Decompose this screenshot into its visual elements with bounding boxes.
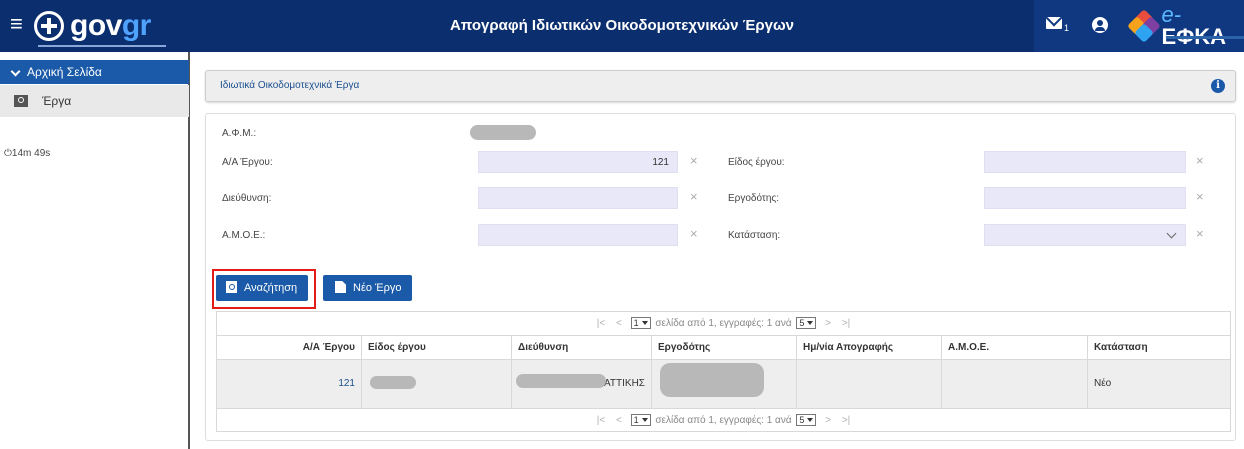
chevron-down-icon xyxy=(10,66,21,77)
chevron-down-icon xyxy=(807,321,814,325)
afm-label: Α.Φ.Μ.: xyxy=(222,128,257,139)
column-header[interactable]: Ημ/νία Απογραφής xyxy=(797,336,942,359)
chevron-down-icon xyxy=(807,418,814,422)
page-select[interactable]: 1 xyxy=(630,317,651,329)
page-select-value: 1 xyxy=(633,415,639,425)
prev-page-button[interactable]: < xyxy=(616,415,622,426)
efka-mark-icon xyxy=(1127,9,1161,43)
clear-project-type-icon[interactable]: × xyxy=(1196,153,1204,168)
page-select[interactable]: 1 xyxy=(630,414,651,426)
project-no-input[interactable]: 121 xyxy=(478,151,678,173)
user-icon[interactable] xyxy=(1092,17,1108,33)
cell-status: Νέο xyxy=(1094,378,1112,389)
table-header: Α/Α Έργου Είδος έργου Διεύθυνση Εργοδότη… xyxy=(217,336,1230,360)
page-select-value: 1 xyxy=(633,318,639,328)
sidebar: Αρχική Σελίδα Έργα ⏻14m 49s xyxy=(0,52,190,449)
page-size-value: 5 xyxy=(799,415,805,425)
address-input[interactable] xyxy=(478,187,678,209)
cell-project-type xyxy=(362,360,512,408)
sidebar-item-label: Έργα xyxy=(42,94,72,108)
new-document-icon xyxy=(335,281,346,293)
table-row[interactable]: 121 , ΑΤΤΙΚΗΣ Νέο xyxy=(217,360,1230,408)
status-label: Κατάσταση: xyxy=(728,230,781,241)
page-size-select[interactable]: 5 xyxy=(796,414,817,426)
search-button[interactable]: Αναζήτηση xyxy=(216,275,308,301)
mail-count-badge: 1 xyxy=(1064,23,1070,33)
search-button-label: Αναζήτηση xyxy=(244,282,298,294)
amoe-input[interactable] xyxy=(478,224,678,246)
project-link[interactable]: 121 xyxy=(338,378,355,389)
status-select[interactable] xyxy=(984,224,1186,246)
next-page-button[interactable]: > xyxy=(825,318,831,329)
clear-status-icon[interactable]: × xyxy=(1196,226,1204,241)
last-page-button[interactable]: >| xyxy=(842,318,850,329)
amoe-label: Α.Μ.Ο.Ε.: xyxy=(222,230,266,241)
session-timer: ⏻14m 49s xyxy=(4,148,50,159)
redacted-value xyxy=(516,374,606,388)
power-icon: ⏻ xyxy=(4,148,12,159)
column-header[interactable]: Είδος έργου xyxy=(362,336,512,359)
project-type-input[interactable] xyxy=(984,151,1186,173)
pager-top: |< < 1 σελίδα από 1, εγγραφές: 1 ανά 5 >… xyxy=(217,312,1230,336)
cell-amoe xyxy=(942,360,1088,408)
search-icon xyxy=(14,95,28,107)
top-right-area: 1 e-ΕΦΚΑ xyxy=(1034,0,1244,52)
top-bar: ≡ govgr Απογραφή Ιδιωτικών Οικοδομοτεχνι… xyxy=(0,0,1244,52)
address-label: Διεύθυνση: xyxy=(222,193,272,204)
efka-wordmark: e-ΕΦΚΑ xyxy=(1161,4,1244,48)
page-size-value: 5 xyxy=(799,318,805,328)
column-header[interactable]: Κατάσταση xyxy=(1088,336,1230,359)
redacted-value xyxy=(660,363,764,397)
last-page-button[interactable]: >| xyxy=(842,415,850,426)
page-title: Ιδιωτικά Οικοδομοτεχνικά Έργα xyxy=(220,80,360,91)
pager-text: σελίδα από 1, εγγραφές: 1 ανά xyxy=(655,415,792,426)
prev-page-button[interactable]: < xyxy=(616,318,622,329)
project-no-label: Α/Α Έργου: xyxy=(222,157,273,168)
chevron-down-icon xyxy=(641,321,648,325)
column-header[interactable]: Α.Μ.Ο.Ε. xyxy=(942,336,1088,359)
clear-address-icon[interactable]: × xyxy=(690,189,698,204)
page-size-select[interactable]: 5 xyxy=(796,317,817,329)
afm-value-redacted xyxy=(470,125,536,140)
chevron-down-icon xyxy=(641,418,648,422)
search-icon xyxy=(226,281,237,293)
pager-text: σελίδα από 1, εγγραφές: 1 ανά xyxy=(655,318,792,329)
new-project-button-label: Νέο Έργο xyxy=(353,282,402,294)
breadcrumb: Ιδιωτικά Οικοδομοτεχνικά Έργα i xyxy=(205,70,1236,102)
column-header[interactable]: Α/Α Έργου xyxy=(217,336,362,359)
column-header[interactable]: Εργοδότης xyxy=(652,336,797,359)
sidebar-item-label: Αρχική Σελίδα xyxy=(27,65,102,79)
clear-employer-icon[interactable]: × xyxy=(1196,189,1204,204)
cell-address: , ΑΤΤΙΚΗΣ xyxy=(512,360,652,408)
employer-input[interactable] xyxy=(984,187,1186,209)
project-type-label: Είδος έργου: xyxy=(728,157,785,168)
employer-label: Εργοδότης: xyxy=(728,193,780,204)
sidebar-item-home[interactable]: Αρχική Σελίδα xyxy=(0,60,189,84)
efka-tagline-bar xyxy=(1166,36,1244,39)
info-icon[interactable]: i xyxy=(1211,79,1225,93)
cell-inventory-date xyxy=(797,360,942,408)
new-project-button[interactable]: Νέο Έργο xyxy=(323,275,412,301)
column-header[interactable]: Διεύθυνση xyxy=(512,336,652,359)
cell-employer xyxy=(652,360,797,408)
redacted-value xyxy=(370,376,416,389)
first-page-button[interactable]: |< xyxy=(597,318,605,329)
clear-amoe-icon[interactable]: × xyxy=(690,226,698,241)
next-page-button[interactable]: > xyxy=(825,415,831,426)
chevron-down-icon xyxy=(1166,228,1177,239)
search-form-card: Α.Φ.Μ.: Α/Α Έργου: 121 × Διεύθυνση: × Α.… xyxy=(205,113,1236,441)
pager-bottom: |< < 1 σελίδα από 1, εγγραφές: 1 ανά 5 >… xyxy=(217,408,1230,432)
mail-icon[interactable] xyxy=(1046,17,1062,29)
session-timer-value: 14m 49s xyxy=(11,148,51,159)
logo-underline xyxy=(38,45,166,47)
results-table: |< < 1 σελίδα από 1, εγγραφές: 1 ανά 5 >… xyxy=(216,311,1231,432)
sidebar-item-works[interactable]: Έργα xyxy=(0,85,189,117)
first-page-button[interactable]: |< xyxy=(597,415,605,426)
cell-project-no: 121 xyxy=(217,360,362,408)
clear-project-no-icon[interactable]: × xyxy=(690,153,698,168)
